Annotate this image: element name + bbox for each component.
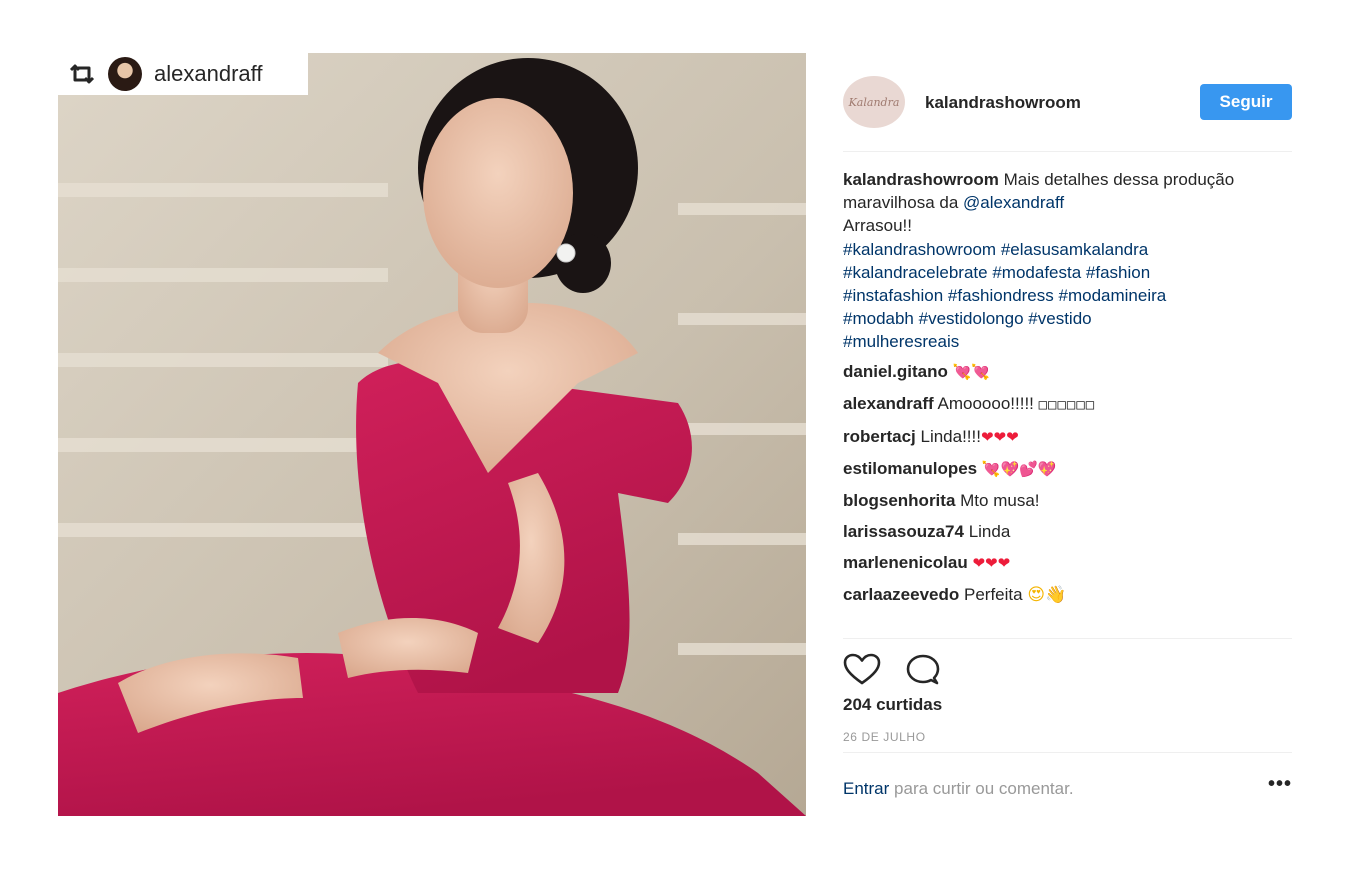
login-prompt: Entrar para curtir ou comentar. [843, 779, 1074, 799]
post-footer: Entrar para curtir ou comentar. ••• [843, 752, 1292, 823]
comment: carlaazeevedo Perfeita 😍👋 [843, 583, 1292, 607]
photo-illustration [58, 53, 806, 816]
comment: larissasouza74 Linda [843, 520, 1292, 543]
comment-emoji: 💘💖💕💖 [981, 459, 1057, 478]
post-actions: 204 curtidas 26 DE JULHO [843, 638, 1292, 752]
avatar-logo-text: Kalandra [848, 95, 900, 109]
post-date[interactable]: 26 DE JULHO [843, 730, 926, 744]
hashtag[interactable]: #modamineira [1059, 286, 1167, 305]
comment-icon[interactable] [905, 653, 941, 685]
follow-button[interactable]: Seguir [1200, 84, 1292, 120]
comment-emoji: 😍👋 [1027, 584, 1067, 605]
post-side-panel: Kalandra kalandrashowroom Seguir kalandr… [843, 53, 1292, 823]
heart-icon[interactable] [843, 653, 881, 685]
repost-icon [69, 64, 95, 84]
comment-username[interactable]: carlaazeevedo [843, 585, 959, 604]
comment-emoji: ❤❤❤ [972, 553, 1011, 572]
comment-username[interactable]: marlenenicolau [843, 553, 968, 572]
hashtag[interactable]: #kalandrashowroom [843, 240, 996, 259]
profile-username[interactable]: kalandrashowroom [925, 93, 1081, 113]
comment-username[interactable]: larissasouza74 [843, 522, 964, 541]
hashtag[interactable]: #modabh [843, 309, 914, 328]
hashtag[interactable]: #elasusamkalandra [1001, 240, 1148, 259]
comment: marlenenicolau ❤❤❤ [843, 551, 1292, 575]
comment-text: Linda [968, 521, 1011, 541]
repost-avatar[interactable] [108, 57, 142, 91]
profile-avatar[interactable]: Kalandra [843, 76, 905, 128]
caption-text-after: Arrasou!! [843, 216, 912, 236]
hashtag[interactable]: #mulheresreais [843, 332, 959, 351]
repost-badge[interactable]: alexandraff [58, 53, 308, 95]
login-link[interactable]: Entrar [843, 779, 889, 798]
repost-username[interactable]: alexandraff [154, 61, 262, 87]
comment: robertacj Linda!!!!❤❤❤ [843, 425, 1292, 449]
comment-emoji: □□□□□□ [1038, 396, 1096, 413]
hashtag[interactable]: #instafashion [843, 286, 943, 305]
comment: alexandraff Amooooo!!!!! □□□□□□ [843, 392, 1292, 417]
comments-list: kalandrashowroom Mais detalhes dessa pro… [843, 152, 1292, 638]
caption: kalandrashowroom Mais detalhes dessa pro… [843, 168, 1292, 354]
comment-username[interactable]: estilomanulopes [843, 459, 977, 478]
hashtag[interactable]: #fashion [1086, 263, 1150, 282]
hashtag[interactable]: #modafesta [992, 263, 1081, 282]
comment: daniel.gitano 💘💘 [843, 360, 1292, 384]
comment: estilomanulopes 💘💖💕💖 [843, 457, 1292, 481]
comment-text: Perfeita [963, 584, 1023, 604]
hashtag[interactable]: #fashiondress [948, 286, 1054, 305]
comment-username[interactable]: robertacj [843, 427, 916, 446]
caption-username[interactable]: kalandrashowroom [843, 170, 999, 189]
post-header: Kalandra kalandrashowroom Seguir [843, 53, 1292, 152]
hashtag[interactable]: #kalandracelebrate [843, 263, 988, 282]
hashtag[interactable]: #vestido [1028, 309, 1091, 328]
login-prompt-text: para curtir ou comentar. [894, 779, 1074, 798]
comment-username[interactable]: blogsenhorita [843, 491, 955, 510]
more-options-button[interactable]: ••• [1268, 773, 1292, 796]
post-photo[interactable]: alexandraff [58, 53, 806, 816]
caption-mention[interactable]: @alexandraff [963, 193, 1064, 212]
comment: blogsenhorita Mto musa! [843, 489, 1292, 512]
likes-count[interactable]: 204 curtidas [843, 695, 942, 715]
comment-text: Mto musa! [960, 490, 1040, 510]
comment-emoji: 💘💘 [952, 362, 990, 381]
comment-username[interactable]: alexandraff [843, 394, 934, 413]
comment-text: Amooooo!!!!! [937, 393, 1034, 413]
comment-username[interactable]: daniel.gitano [843, 362, 948, 381]
hashtag[interactable]: #vestidolongo [919, 309, 1024, 328]
comment-emoji: ❤❤❤ [980, 427, 1019, 446]
comment-text: Linda!!!! [920, 426, 981, 446]
